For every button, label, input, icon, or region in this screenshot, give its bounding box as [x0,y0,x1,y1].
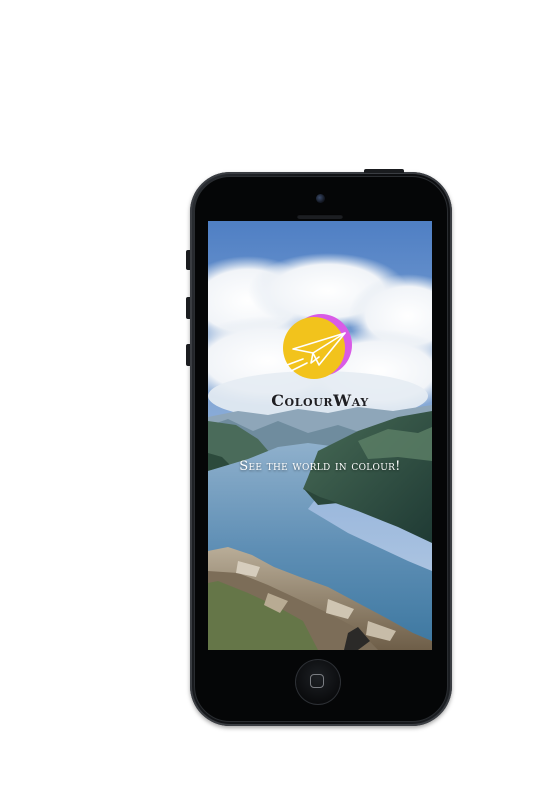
splash-screen[interactable]: ColourWay See the world in colour! [208,221,432,650]
volume-down-button [186,344,190,366]
fjord-background-image [208,221,432,650]
app-tagline: See the world in colour! [239,459,401,474]
volume-up-button [186,297,190,319]
home-square-icon [310,674,324,688]
home-button[interactable] [295,659,341,705]
app-brand-name: ColourWay [271,391,369,410]
phone-device: ColourWay See the world in colour! [186,169,452,726]
mute-switch [186,250,190,270]
mockup-stage: ColourWay See the world in colour! [0,0,540,810]
paper-plane-sun-icon [283,314,352,379]
earpiece-speaker [297,214,343,219]
front-camera [316,194,325,203]
power-button [364,169,404,173]
